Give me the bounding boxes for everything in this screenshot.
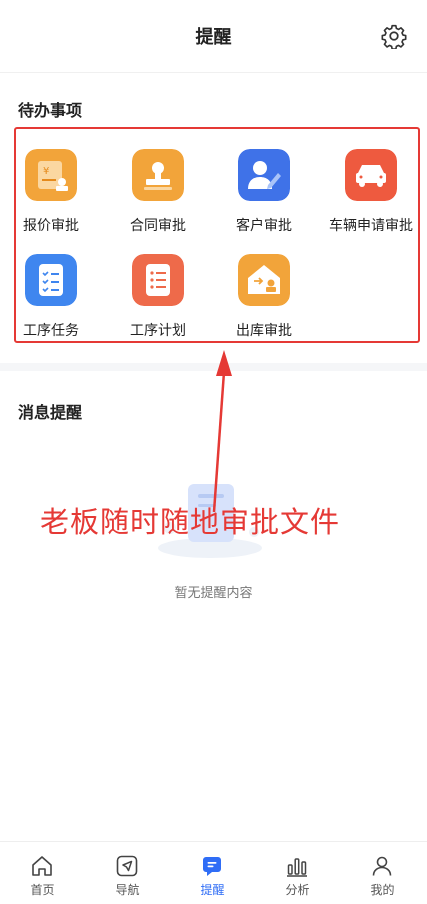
messages-section-title: 消息提醒 — [18, 403, 83, 422]
tab-profile[interactable]: 我的 — [340, 842, 425, 904]
tab-label: 我的 — [370, 883, 395, 897]
gear-icon[interactable] — [381, 23, 407, 49]
tab-reminder[interactable]: 提醒 — [170, 842, 255, 904]
contract-approval-icon — [132, 149, 184, 201]
todo-item-contract-approval[interactable]: 合同审批 — [110, 131, 206, 234]
bottom-tab-bar: 首页 导航 提醒 分析 我的 — [0, 841, 427, 904]
vehicle-application-icon — [345, 149, 397, 201]
quote-approval-icon: ¥ — [25, 149, 77, 201]
todo-item-process-plan[interactable]: 工序计划 — [110, 236, 206, 339]
todo-item-label: 报价审批 — [23, 218, 79, 234]
process-plan-icon — [132, 254, 184, 306]
reminder-icon — [203, 857, 221, 876]
page-title: 提醒 — [195, 27, 232, 48]
tab-navigation[interactable]: 导航 — [85, 842, 170, 904]
todo-item-label: 合同审批 — [130, 218, 186, 234]
analytics-icon — [287, 858, 307, 877]
profile-icon — [372, 856, 392, 876]
tab-label: 首页 — [30, 883, 55, 897]
annotation-text: 老板随时随地审批文件 — [40, 505, 341, 539]
section-divider — [0, 363, 427, 371]
todo-item-label: 客户审批 — [236, 218, 292, 234]
tab-analytics[interactable]: 分析 — [255, 842, 340, 904]
todo-item-process-task[interactable]: 工序任务 — [3, 236, 99, 339]
todo-item-label: 工序计划 — [130, 323, 186, 339]
outbound-approval-icon — [238, 254, 290, 306]
todo-section-title: 待办事项 — [18, 101, 83, 120]
empty-state-text: 暂无提醒内容 — [174, 586, 253, 601]
todo-item-outbound-approval[interactable]: 出库审批 — [216, 236, 312, 339]
todo-item-quote-approval[interactable]: ¥ 报价审批 — [3, 131, 99, 234]
todo-item-label: 工序任务 — [23, 323, 79, 339]
todo-item-label: 车辆申请审批 — [329, 218, 413, 234]
svg-text:¥: ¥ — [43, 166, 49, 177]
todo-item-vehicle-application[interactable]: 车辆申请审批 — [323, 131, 419, 234]
tab-home[interactable]: 首页 — [0, 842, 85, 904]
todo-item-customer-approval[interactable]: 客户审批 — [216, 131, 312, 234]
customer-approval-icon — [238, 149, 290, 201]
top-bar: 提醒 — [0, 0, 427, 73]
tab-label: 分析 — [285, 883, 310, 897]
process-task-icon — [25, 254, 77, 306]
tab-label: 提醒 — [200, 883, 225, 897]
home-icon — [32, 856, 52, 876]
navigation-icon — [116, 855, 138, 877]
tab-label: 导航 — [115, 883, 140, 897]
todo-item-label: 出库审批 — [236, 323, 292, 339]
